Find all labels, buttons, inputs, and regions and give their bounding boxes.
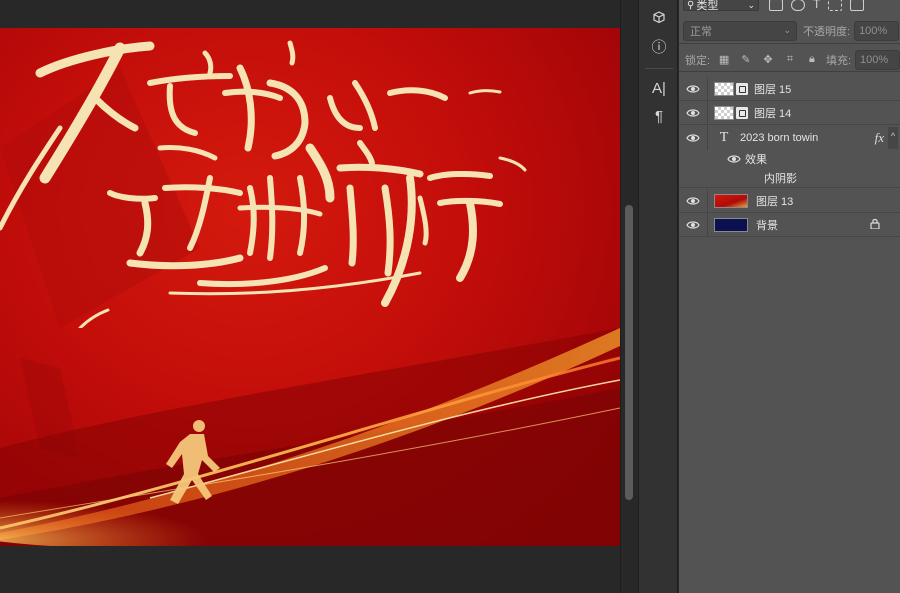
layers-panel: ⚲ 类型 ⌄ T 正常 ⌄ 不透明度: 100% 锁定: ▦ ✎ ✥ ⌗ 🔒︎ … (679, 0, 900, 593)
chevron-down-icon: ⌄ (747, 0, 755, 10)
lock-move-icon[interactable]: ✥ (760, 52, 776, 68)
layer-name: 图层 15 (754, 83, 792, 96)
divider (707, 100, 708, 125)
layer-name: 图层 13 (756, 195, 794, 208)
layer-filter-label: 类型 (696, 0, 719, 12)
divider (707, 76, 708, 101)
tool-divider (645, 68, 673, 69)
3d-cube-icon[interactable] (647, 6, 671, 30)
background-layer-row[interactable]: 背景 (679, 212, 900, 237)
smart-object-filter-icon[interactable] (850, 0, 865, 11)
divider (707, 126, 708, 150)
effect-inner-shadow-row[interactable]: 内阴影 (679, 168, 900, 188)
lock-artboard-icon[interactable]: ⌗ (782, 52, 798, 68)
lock-all-icon[interactable]: 🔒︎ (804, 52, 820, 68)
eye-icon[interactable] (679, 220, 707, 230)
layer-thumbnail (714, 193, 748, 208)
blend-mode-select[interactable]: 正常 ⌄ (683, 20, 797, 41)
layer-row[interactable]: 图层 14 (679, 100, 900, 125)
eye-icon[interactable] (679, 84, 707, 94)
scrollbar-thumb[interactable] (625, 205, 633, 500)
layers-empty-area[interactable] (679, 238, 900, 593)
eye-icon[interactable] (679, 133, 707, 143)
artboard-red-poster[interactable] (0, 28, 620, 546)
text-layer-icon: T (719, 130, 729, 145)
type-filter-icon[interactable]: T (813, 0, 820, 11)
layer-name: 图层 14 (754, 107, 792, 120)
lock-transparent-icon[interactable]: ▦ (716, 52, 732, 68)
layer-name: 2023 born towin (740, 132, 819, 144)
divider (707, 212, 708, 237)
text-layer-row[interactable]: T 2023 born towin fx ^ (679, 125, 900, 151)
lock-label: 锁定: (685, 54, 711, 67)
smart-object-icon (736, 82, 748, 95)
effects-label: 效果 (745, 153, 767, 166)
layer-row[interactable]: 图层 15 (679, 76, 900, 101)
eye-icon[interactable] (727, 154, 741, 164)
eye-icon[interactable] (679, 108, 707, 118)
opacity-label: 不透明度: (803, 25, 851, 38)
lock-brush-icon[interactable]: ✎ (738, 52, 754, 68)
eye-icon[interactable] (679, 196, 707, 206)
opacity-field[interactable]: 100% (854, 20, 900, 41)
layer-thumbnail (714, 81, 734, 96)
adjustment-filter-icon[interactable] (791, 0, 805, 11)
layer-filter-row: ⚲ 类型 ⌄ T (679, 0, 900, 14)
fill-field[interactable]: 100% (855, 49, 900, 70)
shape-filter-icon[interactable] (828, 0, 843, 11)
character-icon[interactable]: A| (647, 76, 671, 100)
paragraph-icon[interactable]: ¶ (647, 104, 671, 128)
blend-mode-value: 正常 (690, 25, 712, 38)
divider (707, 188, 708, 213)
canvas-vertical-scrollbar[interactable] (620, 0, 638, 593)
effect-name: 内阴影 (764, 172, 797, 185)
layer-thumbnail (714, 105, 734, 120)
photoshop-window: ⓘ A| ¶ ⚲ 类型 ⌄ T 正常 ⌄ 不透明度: 100% 锁定: ▦ ✎ … (0, 0, 900, 593)
layer-name: 背景 (756, 219, 778, 232)
fill-label: 填充: (825, 54, 852, 67)
pixel-filter-icon[interactable] (769, 0, 783, 11)
chevron-down-icon: ⌄ (783, 25, 791, 35)
smart-object-icon (736, 106, 748, 119)
blend-opacity-row: 正常 ⌄ 不透明度: 100% (679, 18, 900, 44)
layer-row[interactable]: 图层 13 (679, 188, 900, 213)
document-canvas-area[interactable] (0, 0, 620, 593)
info-icon[interactable]: ⓘ (647, 34, 671, 58)
layer-filter-select[interactable]: ⚲ 类型 ⌄ (683, 0, 759, 12)
poster-background-art (0, 68, 620, 546)
fx-icon[interactable]: fx (875, 130, 884, 146)
layer-thumbnail (714, 217, 748, 232)
effects-row[interactable]: 效果 (679, 149, 900, 168)
lock-icon (870, 218, 880, 232)
collapse-effects-toggle[interactable]: ^ (888, 127, 898, 149)
search-icon: ⚲ (687, 0, 695, 11)
panel-icon-column: ⓘ A| ¶ (638, 0, 678, 593)
lock-fill-row: 锁定: ▦ ✎ ✥ ⌗ 🔒︎ 填充: 100% (679, 48, 900, 72)
